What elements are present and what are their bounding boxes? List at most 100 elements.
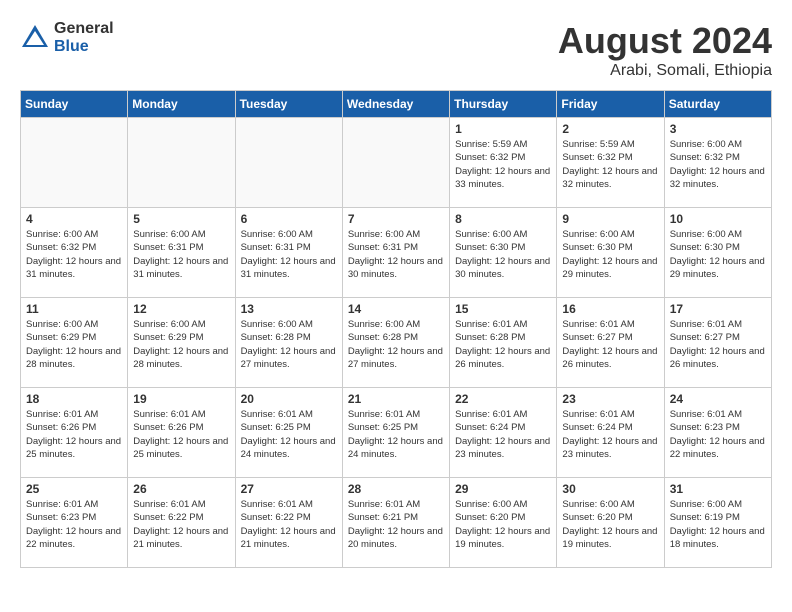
weekday-header-monday: Monday: [128, 91, 235, 118]
calendar-cell: 24 Sunrise: 6:01 AM Sunset: 6:23 PM Dayli…: [664, 388, 771, 478]
calendar-cell: [342, 118, 449, 208]
calendar-table: SundayMondayTuesdayWednesdayThursdayFrid…: [20, 90, 772, 568]
calendar-cell: 26 Sunrise: 6:01 AM Sunset: 6:22 PM Dayli…: [128, 478, 235, 568]
day-number: 28: [348, 482, 444, 496]
day-info: Sunrise: 6:00 AM Sunset: 6:30 PM Dayligh…: [455, 228, 551, 281]
day-info: Sunrise: 6:01 AM Sunset: 6:26 PM Dayligh…: [26, 408, 122, 461]
day-number: 9: [562, 212, 658, 226]
day-info: Sunrise: 6:00 AM Sunset: 6:31 PM Dayligh…: [348, 228, 444, 281]
calendar-cell: 1 Sunrise: 5:59 AM Sunset: 6:32 PM Daylig…: [450, 118, 557, 208]
calendar-cell: 3 Sunrise: 6:00 AM Sunset: 6:32 PM Daylig…: [664, 118, 771, 208]
day-number: 25: [26, 482, 122, 496]
day-number: 27: [241, 482, 337, 496]
calendar-cell: 27 Sunrise: 6:01 AM Sunset: 6:22 PM Dayli…: [235, 478, 342, 568]
logo-general: General: [54, 20, 114, 38]
day-number: 6: [241, 212, 337, 226]
day-number: 2: [562, 122, 658, 136]
day-number: 26: [133, 482, 229, 496]
calendar-cell: 25Sunrise: 6:01 AM Sunset: 6:23 PM Dayli…: [21, 478, 128, 568]
day-info: Sunrise: 6:01 AM Sunset: 6:28 PM Dayligh…: [455, 318, 551, 371]
logo-blue: Blue: [54, 38, 114, 56]
day-info: Sunrise: 6:01 AM Sunset: 6:24 PM Dayligh…: [562, 408, 658, 461]
month-title: August 2024: [558, 20, 772, 62]
day-info: Sunrise: 5:59 AM Sunset: 6:32 PM Dayligh…: [455, 138, 551, 191]
calendar-cell: [235, 118, 342, 208]
day-info: Sunrise: 6:00 AM Sunset: 6:29 PM Dayligh…: [26, 318, 122, 371]
day-number: 4: [26, 212, 122, 226]
day-number: 24: [670, 392, 766, 406]
calendar-cell: 28 Sunrise: 6:01 AM Sunset: 6:21 PM Dayli…: [342, 478, 449, 568]
day-info: Sunrise: 6:01 AM Sunset: 6:23 PM Dayligh…: [670, 408, 766, 461]
week-row-5: 25Sunrise: 6:01 AM Sunset: 6:23 PM Dayli…: [21, 478, 772, 568]
calendar-cell: 15 Sunrise: 6:01 AM Sunset: 6:28 PM Dayli…: [450, 298, 557, 388]
week-row-4: 18 Sunrise: 6:01 AM Sunset: 6:26 PM Dayli…: [21, 388, 772, 478]
logo-icon: [20, 23, 50, 53]
day-number: 8: [455, 212, 551, 226]
week-row-2: 4 Sunrise: 6:00 AM Sunset: 6:32 PM Daylig…: [21, 208, 772, 298]
day-info: Sunrise: 6:00 AM Sunset: 6:31 PM Dayligh…: [133, 228, 229, 281]
weekday-header-sunday: Sunday: [21, 91, 128, 118]
day-info: Sunrise: 6:01 AM Sunset: 6:22 PM Dayligh…: [241, 498, 337, 551]
weekday-header-friday: Friday: [557, 91, 664, 118]
day-info: Sunrise: 6:01 AM Sunset: 6:26 PM Dayligh…: [133, 408, 229, 461]
calendar-cell: 14Sunrise: 6:00 AM Sunset: 6:28 PM Dayli…: [342, 298, 449, 388]
day-info: Sunrise: 6:00 AM Sunset: 6:30 PM Dayligh…: [562, 228, 658, 281]
calendar-cell: 22 Sunrise: 6:01 AM Sunset: 6:24 PM Dayli…: [450, 388, 557, 478]
day-number: 3: [670, 122, 766, 136]
calendar-cell: 7 Sunrise: 6:00 AM Sunset: 6:31 PM Daylig…: [342, 208, 449, 298]
day-number: 29: [455, 482, 551, 496]
calendar-cell: 12 Sunrise: 6:00 AM Sunset: 6:29 PM Dayli…: [128, 298, 235, 388]
day-info: Sunrise: 6:00 AM Sunset: 6:32 PM Dayligh…: [26, 228, 122, 281]
page-header: General Blue August 2024 Arabi, Somali, …: [20, 20, 772, 80]
calendar-cell: [21, 118, 128, 208]
day-info: Sunrise: 5:59 AM Sunset: 6:32 PM Dayligh…: [562, 138, 658, 191]
day-number: 31: [670, 482, 766, 496]
calendar-cell: 5 Sunrise: 6:00 AM Sunset: 6:31 PM Daylig…: [128, 208, 235, 298]
day-info: Sunrise: 6:01 AM Sunset: 6:24 PM Dayligh…: [455, 408, 551, 461]
logo: General Blue: [20, 20, 114, 55]
day-info: Sunrise: 6:01 AM Sunset: 6:25 PM Dayligh…: [348, 408, 444, 461]
day-info: Sunrise: 6:01 AM Sunset: 6:27 PM Dayligh…: [562, 318, 658, 371]
day-number: 1: [455, 122, 551, 136]
day-info: Sunrise: 6:00 AM Sunset: 6:29 PM Dayligh…: [133, 318, 229, 371]
day-number: 10: [670, 212, 766, 226]
day-info: Sunrise: 6:01 AM Sunset: 6:25 PM Dayligh…: [241, 408, 337, 461]
day-number: 7: [348, 212, 444, 226]
calendar-cell: 8 Sunrise: 6:00 AM Sunset: 6:30 PM Daylig…: [450, 208, 557, 298]
day-number: 20: [241, 392, 337, 406]
day-number: 18: [26, 392, 122, 406]
day-number: 30: [562, 482, 658, 496]
day-info: Sunrise: 6:00 AM Sunset: 6:20 PM Dayligh…: [455, 498, 551, 551]
day-info: Sunrise: 6:01 AM Sunset: 6:21 PM Dayligh…: [348, 498, 444, 551]
day-number: 16: [562, 302, 658, 316]
calendar-cell: 19 Sunrise: 6:01 AM Sunset: 6:26 PM Dayli…: [128, 388, 235, 478]
day-number: 11: [26, 302, 122, 316]
day-number: 19: [133, 392, 229, 406]
day-number: 21: [348, 392, 444, 406]
title-block: August 2024 Arabi, Somali, Ethiopia: [558, 20, 772, 80]
calendar-cell: 29 Sunrise: 6:00 AM Sunset: 6:20 PM Dayli…: [450, 478, 557, 568]
weekday-header-tuesday: Tuesday: [235, 91, 342, 118]
calendar-cell: 11 Sunrise: 6:00 AM Sunset: 6:29 PM Dayli…: [21, 298, 128, 388]
day-number: 22: [455, 392, 551, 406]
day-info: Sunrise: 6:00 AM Sunset: 6:32 PM Dayligh…: [670, 138, 766, 191]
day-info: Sunrise: 6:00 AM Sunset: 6:28 PM Dayligh…: [241, 318, 337, 371]
day-info: Sunrise: 6:01 AM Sunset: 6:22 PM Dayligh…: [133, 498, 229, 551]
day-info: Sunrise: 6:00 AM Sunset: 6:28 PM Dayligh…: [348, 318, 444, 371]
day-number: 15: [455, 302, 551, 316]
calendar-cell: 16 Sunrise: 6:01 AM Sunset: 6:27 PM Dayli…: [557, 298, 664, 388]
day-info: Sunrise: 6:00 AM Sunset: 6:20 PM Dayligh…: [562, 498, 658, 551]
calendar-cell: 9 Sunrise: 6:00 AM Sunset: 6:30 PM Daylig…: [557, 208, 664, 298]
day-number: 5: [133, 212, 229, 226]
calendar-cell: 18 Sunrise: 6:01 AM Sunset: 6:26 PM Dayli…: [21, 388, 128, 478]
day-number: 12: [133, 302, 229, 316]
weekday-header-saturday: Saturday: [664, 91, 771, 118]
calendar-cell: 31 Sunrise: 6:00 AM Sunset: 6:19 PM Dayli…: [664, 478, 771, 568]
weekday-header-row: SundayMondayTuesdayWednesdayThursdayFrid…: [21, 91, 772, 118]
day-number: 13: [241, 302, 337, 316]
calendar-cell: 17Sunrise: 6:01 AM Sunset: 6:27 PM Dayli…: [664, 298, 771, 388]
calendar-cell: 6Sunrise: 6:00 AM Sunset: 6:31 PM Daylig…: [235, 208, 342, 298]
day-info: Sunrise: 6:00 AM Sunset: 6:19 PM Dayligh…: [670, 498, 766, 551]
day-info: Sunrise: 6:00 AM Sunset: 6:30 PM Dayligh…: [670, 228, 766, 281]
location-subtitle: Arabi, Somali, Ethiopia: [558, 62, 772, 80]
